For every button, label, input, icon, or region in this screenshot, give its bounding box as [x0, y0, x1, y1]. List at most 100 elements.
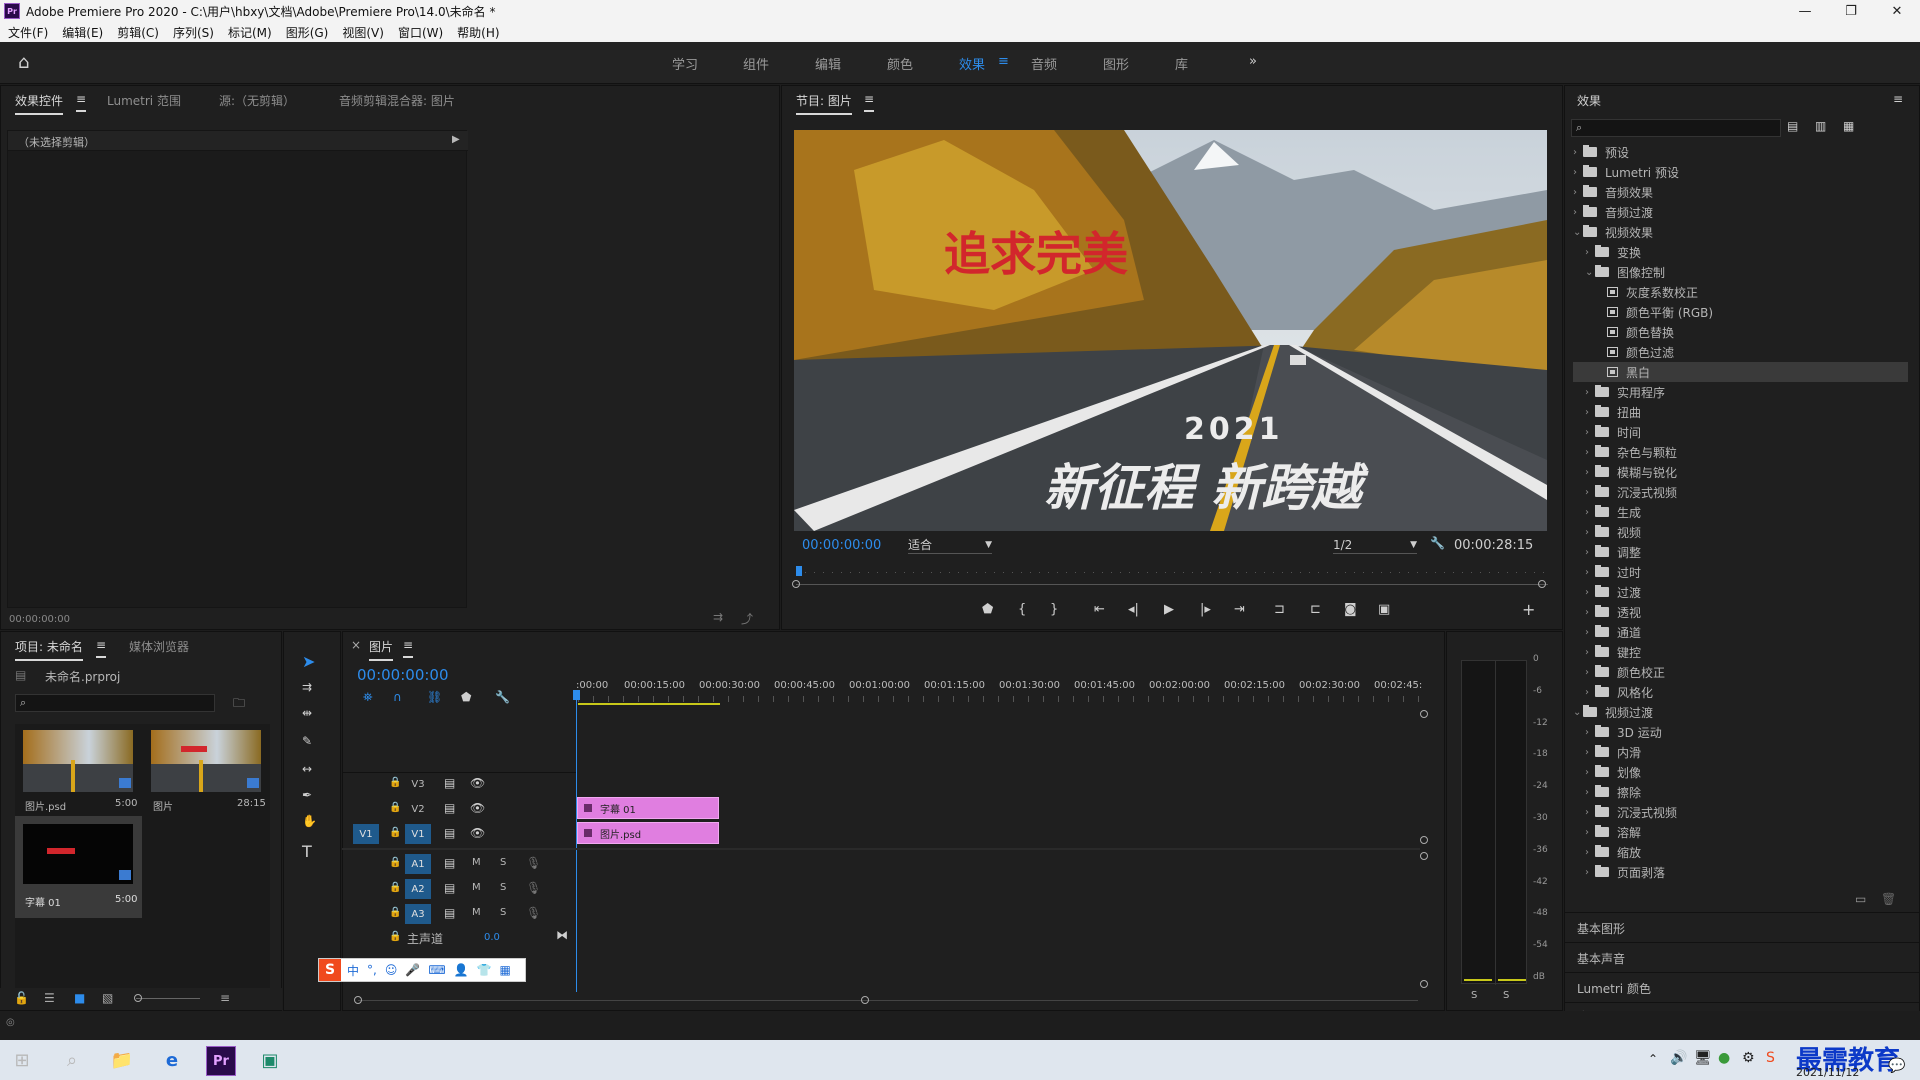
type-tool-icon[interactable]: T: [302, 842, 312, 861]
effects-tree-item[interactable]: ⌄ 图像控制: [1573, 262, 1908, 282]
lock-icon[interactable]: 🔒: [389, 907, 401, 918]
effects-search-input[interactable]: ⌕: [1571, 119, 1781, 137]
go-to-end-icon[interactable]: ⧓: [556, 928, 568, 942]
sogou-tray-icon[interactable]: S: [1766, 1050, 1775, 1066]
close-sequence-icon[interactable]: ×: [351, 638, 361, 652]
effects-tree-item[interactable]: › 视频: [1573, 522, 1908, 542]
effects-tree-item[interactable]: › 调整: [1573, 542, 1908, 562]
mic-icon[interactable]: 🎙: [526, 856, 541, 870]
close-button[interactable]: ✕: [1874, 0, 1920, 22]
chevron-right-icon[interactable]: ›: [1573, 167, 1583, 178]
tab-media-browser[interactable]: 媒体浏览器: [129, 638, 189, 655]
zoom-slider-handle[interactable]: [134, 994, 142, 1002]
pen-tool-icon[interactable]: ✒: [302, 788, 312, 802]
nest-toggle-icon[interactable]: ⛯: [363, 690, 373, 705]
ime-toolbox-icon[interactable]: ▦: [500, 963, 511, 977]
sync-icon[interactable]: ▤: [444, 801, 455, 815]
app-taskbar-icon[interactable]: ▣: [256, 1046, 284, 1074]
work-area-bar[interactable]: [578, 703, 720, 705]
audio-vscroll-top-handle[interactable]: [1420, 852, 1428, 860]
horizontal-scrollbar[interactable]: [358, 1000, 1418, 1001]
effects-tree-item[interactable]: › 过渡: [1573, 582, 1908, 602]
effects-tree-item[interactable]: › 模糊与锐化: [1573, 462, 1908, 482]
ime-skin-icon[interactable]: 👕: [477, 963, 492, 977]
selection-tool-icon[interactable]: ➤: [302, 652, 315, 671]
solo-button[interactable]: S: [500, 857, 506, 868]
restore-button[interactable]: ❐: [1828, 0, 1874, 22]
menu-marker[interactable]: 标记(M): [228, 24, 272, 41]
chevron-right-icon[interactable]: ›: [1585, 407, 1595, 418]
effects-tree-item[interactable]: › 生成: [1573, 502, 1908, 522]
zoom-handle-right[interactable]: [1538, 580, 1546, 588]
tab-source[interactable]: 源:（无剪辑）: [219, 92, 295, 109]
menu-view[interactable]: 视图(V): [342, 24, 384, 41]
sequence-menu-icon[interactable]: ≡: [403, 638, 414, 658]
play-icon[interactable]: ▶: [1164, 602, 1174, 617]
chevron-right-icon[interactable]: ›: [1585, 807, 1595, 818]
project-item-selected[interactable]: 字幕 01 5:00: [15, 816, 142, 918]
tray-chevron-icon[interactable]: ⌃: [1648, 1052, 1658, 1066]
slip-tool-icon[interactable]: ↔: [302, 762, 312, 776]
export-icon[interactable]: ⤴: [741, 610, 753, 627]
icon-view-icon[interactable]: ■: [74, 991, 85, 1005]
effects-tree-item[interactable]: › 沉浸式视频: [1573, 802, 1908, 822]
ripple-edit-tool-icon[interactable]: ⇹: [302, 706, 312, 720]
step-back-icon[interactable]: ◂|: [1128, 602, 1139, 617]
mic-icon[interactable]: 🎙: [526, 906, 541, 920]
tab-lumetri-scopes[interactable]: Lumetri 范围: [107, 92, 181, 109]
chevron-right-icon[interactable]: ›: [1585, 487, 1595, 498]
accelerated-effects-icon[interactable]: ▤: [1787, 119, 1798, 133]
32bit-effects-icon[interactable]: ▥: [1815, 119, 1826, 133]
sync-icon[interactable]: ▤: [444, 856, 455, 870]
hscroll-right-handle[interactable]: [861, 996, 869, 1004]
workspace-effects[interactable]: 效果: [959, 54, 985, 73]
ime-lang-toggle[interactable]: 中: [347, 962, 359, 979]
sync-icon[interactable]: ▤: [444, 826, 455, 840]
panel-menu-icon[interactable]: ≡: [76, 92, 87, 112]
step-forward-icon[interactable]: |▸: [1200, 602, 1211, 617]
chevron-right-icon[interactable]: ›: [1585, 867, 1595, 878]
new-bin-icon[interactable]: ▭: [1855, 892, 1866, 906]
taskbar-search-icon[interactable]: ⌕: [58, 1046, 86, 1074]
workspace-graphics[interactable]: 图形: [1103, 54, 1129, 73]
effects-tree-item[interactable]: › 风格化: [1573, 682, 1908, 702]
chevron-right-icon[interactable]: ›: [1585, 727, 1595, 738]
tab-project[interactable]: 项目: 未命名: [15, 638, 83, 661]
effects-tree-item[interactable]: 颜色过滤: [1573, 342, 1908, 362]
workspace-assembly[interactable]: 组件: [743, 54, 769, 73]
chevron-right-icon[interactable]: ›: [1585, 747, 1595, 758]
lift-icon[interactable]: ⊐: [1274, 602, 1285, 617]
lock-icon[interactable]: 🔒: [389, 931, 401, 942]
effects-tree-item[interactable]: › 内滑: [1573, 742, 1908, 762]
timeline-clip-title[interactable]: 字幕 01: [577, 797, 719, 819]
mute-button[interactable]: M: [472, 907, 481, 918]
workspace-editing[interactable]: 编辑: [815, 54, 841, 73]
eye-icon[interactable]: 👁: [470, 826, 485, 840]
solo-button[interactable]: S: [500, 882, 506, 893]
chevron-right-icon[interactable]: ›: [1585, 687, 1595, 698]
new-bin-from-search-icon[interactable]: 🗀: [233, 694, 245, 715]
extract-icon[interactable]: ⊏: [1310, 602, 1321, 617]
effects-tree-item[interactable]: › 时间: [1573, 422, 1908, 442]
snap-icon[interactable]: ∩: [393, 690, 402, 704]
add-marker-icon[interactable]: ⬟: [982, 602, 993, 617]
chevron-right-icon[interactable]: ›: [1585, 547, 1595, 558]
camera-icon[interactable]: ◙: [1344, 602, 1357, 617]
freeform-view-icon[interactable]: ▧: [102, 991, 113, 1005]
sort-icon[interactable]: ≡: [220, 991, 230, 1005]
program-menu-icon[interactable]: ≡: [864, 92, 875, 112]
effects-tree-item[interactable]: › Lumetri 预设: [1573, 162, 1908, 182]
chevron-right-icon[interactable]: ›: [1585, 467, 1595, 478]
effects-tree-item[interactable]: › 变换: [1573, 242, 1908, 262]
chevron-right-icon[interactable]: ›: [1585, 447, 1595, 458]
home-icon[interactable]: ⌂: [18, 52, 29, 73]
track-a3-label[interactable]: A3: [405, 904, 431, 924]
effects-tree-item[interactable]: › 预设: [1573, 142, 1908, 162]
mute-button[interactable]: M: [472, 857, 481, 868]
lock-icon[interactable]: 🔒: [389, 857, 401, 868]
effects-tree-item[interactable]: 颜色替换: [1573, 322, 1908, 342]
ime-voice-icon[interactable]: 🎤: [405, 963, 420, 977]
chevron-right-icon[interactable]: ›: [1585, 527, 1595, 538]
network-icon[interactable]: 🖥: [1694, 1050, 1712, 1066]
effects-tree-item[interactable]: › 通道: [1573, 622, 1908, 642]
